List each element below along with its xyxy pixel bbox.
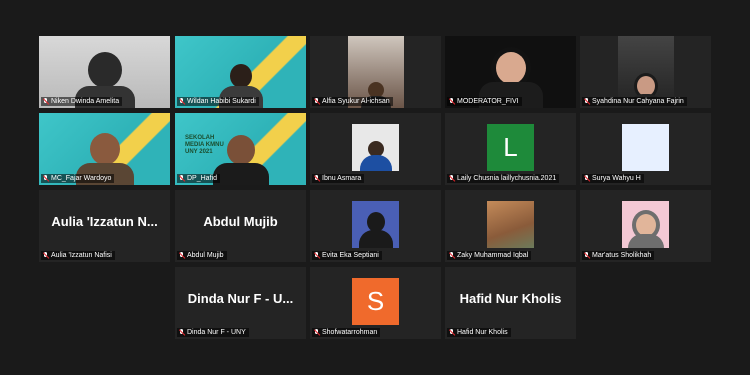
participant-initial-avatar: L (487, 124, 534, 171)
participant-avatar (352, 124, 399, 171)
participant-display-name: Hafid Nur Kholis (459, 291, 562, 306)
participant-name: Ibnu Asmara (322, 175, 362, 182)
participant-name: Syahdina Nur Cahyana Fajrin (592, 98, 684, 105)
participant-avatar (622, 124, 669, 171)
participant-tile[interactable]: Zaky Muhammad Iqbal (445, 190, 576, 262)
muted-mic-icon (178, 98, 185, 105)
muted-mic-icon (42, 98, 49, 105)
participant-tile[interactable]: Alfia Syukur Al-ichsan (310, 36, 441, 108)
muted-mic-icon (583, 175, 590, 182)
muted-mic-icon (313, 329, 320, 336)
participant-name: Evita Eka Septiani (322, 252, 379, 259)
muted-mic-icon (448, 175, 455, 182)
participant-tile[interactable]: Ibnu Asmara (310, 113, 441, 185)
participant-tile-active-speaker[interactable]: MC_Fajar Wardoyo (39, 113, 170, 185)
participant-initial-avatar: S (352, 278, 399, 325)
participant-name: Mar'atus Sholikhah (592, 252, 652, 259)
participant-tile[interactable]: SEKOLAH MEDIA KMNU UNY 2021 DP_Hafid (175, 113, 306, 185)
participant-video (212, 135, 269, 185)
participant-display-name: Dinda Nur F - U... (187, 291, 294, 306)
participant-avatar (487, 201, 534, 248)
participant-tile[interactable]: Niken Dwinda Amelita (39, 36, 170, 108)
muted-mic-icon (313, 175, 320, 182)
participant-avatar (352, 201, 399, 248)
muted-mic-icon (448, 252, 455, 259)
participant-tile[interactable]: Hafid Nur Kholis Hafid Nur Kholis (445, 267, 576, 339)
participant-name: Niken Dwinda Amelita (51, 98, 120, 105)
participant-tile[interactable]: S Shofwatarrohman (310, 267, 441, 339)
muted-mic-icon (583, 252, 590, 259)
participant-name: Surya Wahyu H (592, 175, 641, 182)
participant-tile[interactable]: Mar'atus Sholikhah (580, 190, 711, 262)
participant-name: MC_Fajar Wardoyo (51, 175, 112, 182)
participant-name: Laily Chusnia laillychusnia.2021 (457, 175, 557, 182)
muted-mic-icon (42, 175, 49, 182)
muted-mic-icon (583, 98, 590, 105)
muted-mic-icon (178, 329, 185, 336)
muted-mic-icon (178, 252, 185, 259)
participant-tile[interactable]: MODERATOR_FIVI (445, 36, 576, 108)
participant-tile[interactable]: Abdul Mujib Abdul Mujib (175, 190, 306, 262)
participant-name: DP_Hafid (187, 175, 217, 182)
participant-display-name: Abdul Mujib (203, 214, 278, 229)
muted-mic-icon (448, 98, 455, 105)
participant-tile[interactable]: Wildan Habibi Sukardi (175, 36, 306, 108)
participant-name: Shofwatarrohman (322, 329, 378, 336)
participant-tile[interactable]: Aulia 'Izzatun N... Aulia 'Izzatun Nafis… (39, 190, 170, 262)
participant-display-name: Aulia 'Izzatun N... (51, 214, 158, 229)
participant-name: Hafid Nur Kholis (457, 329, 508, 336)
participant-tile[interactable]: Dinda Nur F - U... Dinda Nur F - UNY (175, 267, 306, 339)
participant-name: Dinda Nur F - UNY (187, 329, 246, 336)
muted-mic-icon (313, 98, 320, 105)
participant-tile[interactable]: L Laily Chusnia laillychusnia.2021 (445, 113, 576, 185)
participant-name: Alfia Syukur Al-ichsan (322, 98, 390, 105)
muted-mic-icon (178, 175, 185, 182)
participant-tile[interactable]: Surya Wahyu H (580, 113, 711, 185)
participant-name: Abdul Mujib (187, 252, 224, 259)
participant-tile[interactable]: Syahdina Nur Cahyana Fajrin (580, 36, 711, 108)
participant-avatar (622, 201, 669, 248)
participant-name: Wildan Habibi Sukardi (187, 98, 256, 105)
muted-mic-icon (448, 329, 455, 336)
muted-mic-icon (313, 252, 320, 259)
participant-name: Zaky Muhammad Iqbal (457, 252, 529, 259)
participant-name: MODERATOR_FIVI (457, 98, 519, 105)
participant-name: Aulia 'Izzatun Nafisi (51, 252, 112, 259)
participant-tile[interactable]: Evita Eka Septiani (310, 190, 441, 262)
muted-mic-icon (42, 252, 49, 259)
